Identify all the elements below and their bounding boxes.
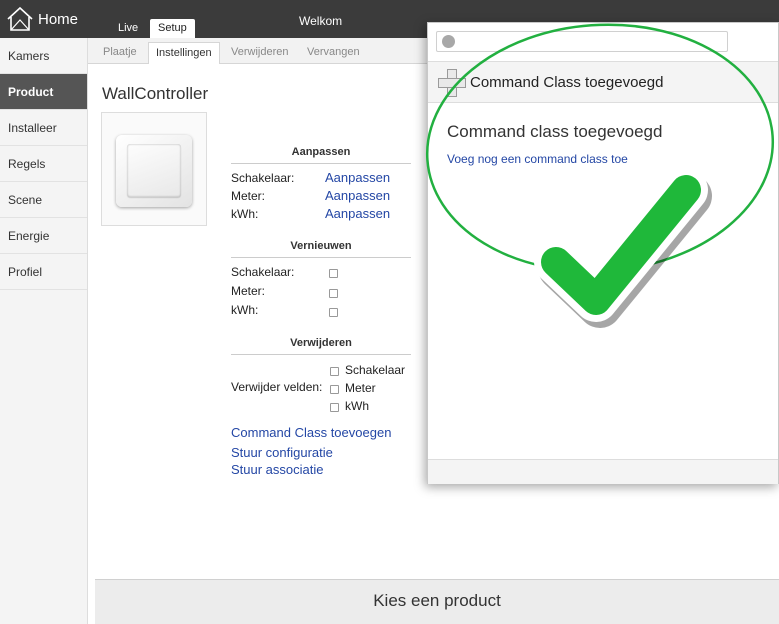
vernieuwen-schakelaar-checkbox[interactable] — [329, 269, 338, 278]
verwijder-meter-label: Meter — [345, 381, 376, 395]
verwijder-schakelaar-label: Schakelaar — [345, 363, 406, 377]
verwijder-velden-label: Verwijder velden: — [231, 380, 323, 394]
sidebar: Kamers Product Installeer Regels Scene E… — [0, 38, 88, 624]
wall-switch-image — [116, 135, 192, 207]
home-button[interactable]: Home — [6, 5, 78, 33]
aanpassen-schakelaar-link[interactable]: Aanpassen — [325, 170, 390, 185]
verwijderen-heading: Verwijderen — [231, 337, 411, 355]
url-bar — [436, 31, 728, 52]
tab-verwijderen[interactable]: Verwijderen — [224, 42, 295, 64]
url-input[interactable] — [459, 33, 724, 50]
add-another-command-class-link[interactable]: Voeg nog een command class toe — [447, 152, 628, 166]
aanpassen-heading: Aanpassen — [231, 146, 411, 164]
modal-heading: Command class toegevoegd — [447, 122, 663, 141]
vernieuwen-label-schakelaar: Schakelaar: — [231, 265, 295, 279]
verwijder-schakelaar-checkbox[interactable] — [330, 367, 339, 376]
aanpassen-label-schakelaar: Schakelaar: — [231, 171, 295, 185]
vernieuwen-heading: Vernieuwen — [231, 240, 411, 258]
sidebar-item-profiel[interactable]: Profiel — [0, 254, 87, 290]
modal-header: Command Class toegevoegd — [428, 61, 778, 103]
tab-setup[interactable]: Setup — [150, 19, 195, 38]
globe-icon — [442, 35, 455, 48]
vernieuwen-label-kwh: kWh: — [231, 303, 259, 317]
aanpassen-label-meter: Meter: — [231, 189, 266, 203]
sidebar-item-kamers[interactable]: Kamers — [0, 38, 87, 74]
sidebar-item-regels[interactable]: Regels — [0, 146, 87, 182]
choose-product-button[interactable]: Kies een product — [95, 579, 779, 624]
switch-rocker — [127, 144, 181, 197]
command-class-modal: Command Class toegevoegd Command class t… — [427, 22, 779, 484]
tab-vervangen[interactable]: Vervangen — [300, 42, 367, 64]
tab-instellingen[interactable]: Instellingen — [148, 42, 220, 64]
welcome-text: Welkom — [299, 14, 343, 28]
modal-title: Command Class toegevoegd — [470, 74, 664, 91]
aanpassen-meter-link[interactable]: Aanpassen — [325, 188, 390, 203]
verwijder-meter-checkbox[interactable] — [330, 385, 339, 394]
plus-icon — [438, 69, 466, 97]
sidebar-item-installeer[interactable]: Installeer — [0, 110, 87, 146]
verwijder-kwh-label: kWh — [345, 399, 369, 413]
verwijder-kwh-checkbox[interactable] — [330, 403, 339, 412]
tab-live[interactable]: Live — [110, 19, 146, 38]
sidebar-item-energie[interactable]: Energie — [0, 218, 87, 254]
vernieuwen-kwh-checkbox[interactable] — [329, 308, 338, 317]
modal-footer — [428, 459, 778, 484]
home-label: Home — [38, 10, 79, 28]
vernieuwen-meter-checkbox[interactable] — [329, 289, 338, 298]
send-configuration-link[interactable]: Stuur configuratie — [231, 445, 333, 460]
command-class-add-link[interactable]: Command Class toevoegen — [231, 425, 391, 440]
sidebar-item-scene[interactable]: Scene — [0, 182, 87, 218]
product-title: WallController — [102, 84, 209, 103]
aanpassen-kwh-link[interactable]: Aanpassen — [325, 206, 390, 221]
vernieuwen-label-meter: Meter: — [231, 284, 266, 298]
sidebar-item-product[interactable]: Product — [0, 74, 87, 110]
product-image — [101, 112, 207, 226]
send-association-link[interactable]: Stuur associatie — [231, 462, 324, 477]
home-icon — [7, 6, 33, 31]
tab-plaatje[interactable]: Plaatje — [96, 42, 144, 64]
aanpassen-label-kwh: kWh: — [231, 207, 259, 221]
